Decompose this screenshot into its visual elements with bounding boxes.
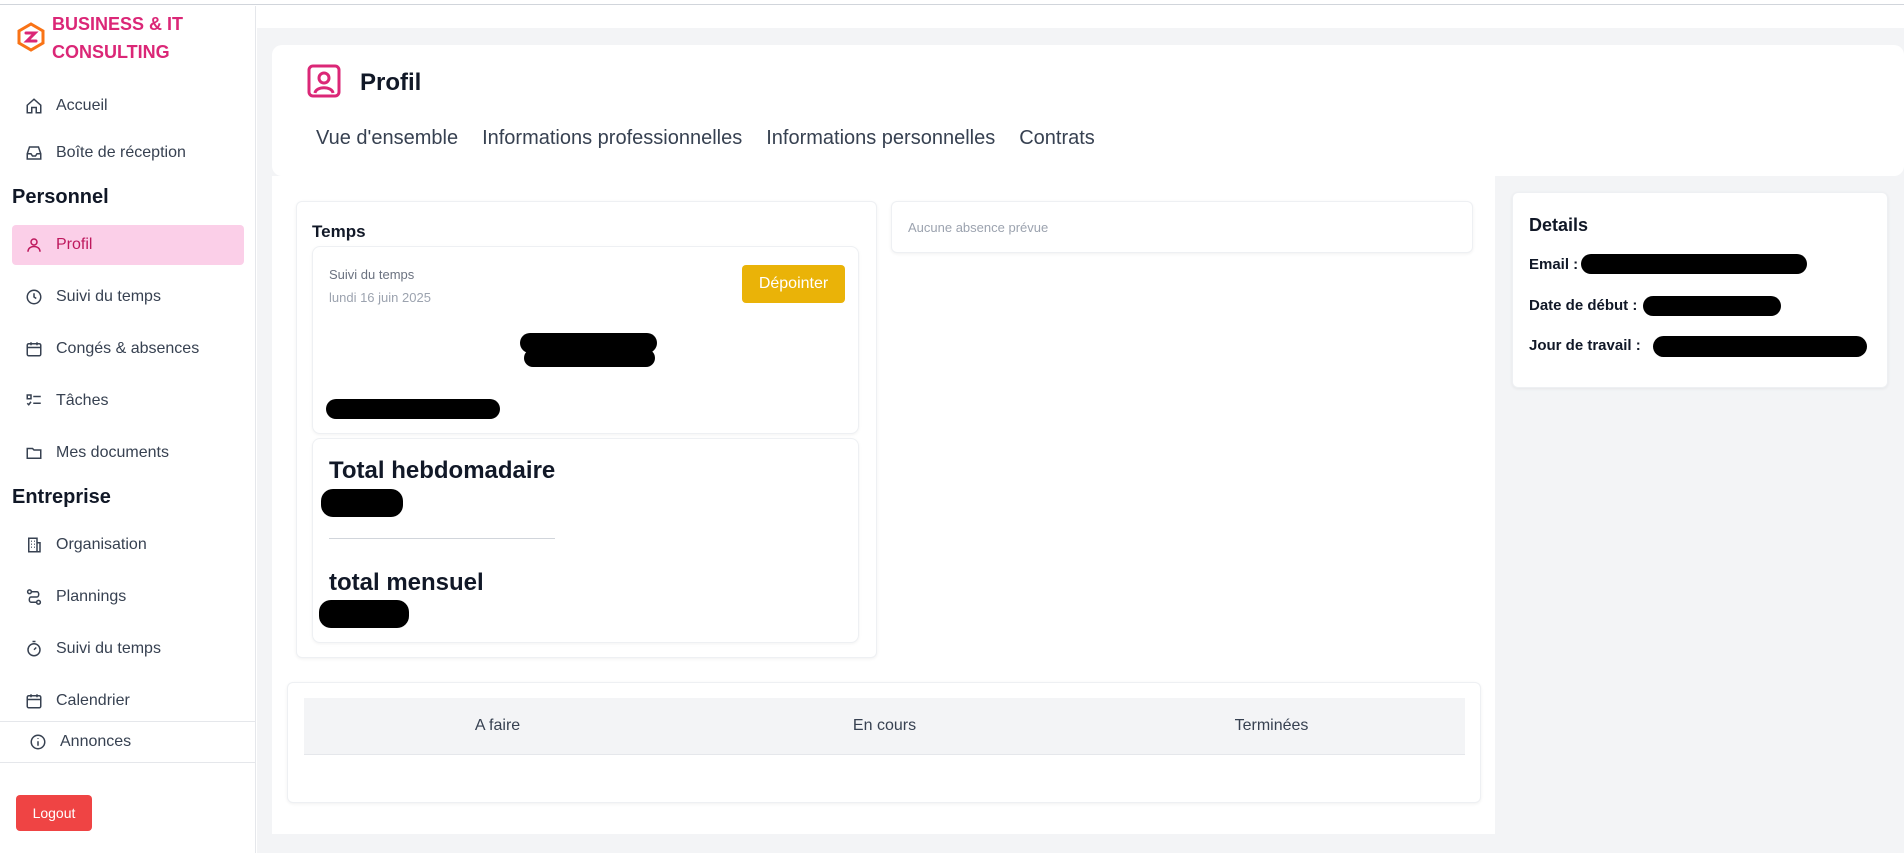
sidebar-divider — [0, 762, 256, 763]
brand-name: BUSINESS & IT CONSULTING — [52, 14, 184, 62]
totals-card: Total hebdomadaire total mensuel — [312, 438, 859, 643]
redacted-block — [1581, 254, 1807, 274]
sidebar-item-documents[interactable]: Mes documents — [12, 433, 244, 473]
section-entreprise: Entreprise — [12, 486, 111, 508]
sidebar-item-inbox[interactable]: Boîte de réception — [12, 133, 244, 173]
depointer-button[interactable]: Dépointer — [742, 265, 845, 303]
calendar-icon — [24, 691, 44, 711]
brand-logo-icon — [17, 22, 45, 52]
temps-title: Temps — [312, 222, 366, 241]
info-icon — [28, 732, 48, 752]
profile-tabs: Vue d'ensemble Informations professionne… — [316, 127, 1095, 150]
column-terminees[interactable]: Terminées — [1078, 698, 1465, 754]
start-date-label: Date de début : — [1529, 297, 1638, 314]
user-icon — [24, 235, 44, 255]
route-icon — [24, 587, 44, 607]
inbox-icon — [24, 143, 44, 163]
sidebar-item-label: Organisation — [56, 536, 147, 553]
redacted-block — [319, 600, 409, 628]
work-days-label: Jour de travail : — [1529, 337, 1641, 354]
window-top-border — [0, 0, 1904, 5]
column-en-cours[interactable]: En cours — [691, 698, 1078, 754]
sidebar: BUSINESS & IT CONSULTING Accueil Boîte d… — [0, 6, 256, 853]
absence-text: Aucune absence prévue — [908, 220, 1049, 235]
absence-card: Aucune absence prévue — [891, 201, 1473, 253]
details-card: Details Email : Date de début : Jour de … — [1512, 192, 1888, 388]
temps-card: Temps Suivi du temps lundi 16 juin 2025 … — [296, 201, 877, 658]
sidebar-item-plannings[interactable]: Plannings — [12, 577, 244, 617]
monthly-total-label: total mensuel — [329, 569, 484, 596]
sidebar-item-label: Accueil — [56, 97, 108, 114]
section-personnel: Personnel — [12, 186, 109, 208]
redacted-block — [321, 489, 403, 517]
tab-contrats[interactable]: Contrats — [1019, 127, 1095, 150]
sidebar-item-calendrier[interactable]: Calendrier — [12, 681, 244, 721]
tasks-header: A faire En cours Terminées — [304, 698, 1465, 755]
clock-icon — [24, 287, 44, 307]
tasks-board: A faire En cours Terminées — [287, 682, 1481, 803]
redacted-block — [1653, 336, 1867, 357]
redacted-block — [326, 399, 500, 419]
time-tracking-label: Suivi du temps — [329, 267, 415, 282]
page-title: Profil — [360, 69, 422, 96]
column-a-faire[interactable]: A faire — [304, 698, 691, 754]
time-tracking-card: Suivi du temps lundi 16 juin 2025 Dépoin… — [312, 246, 859, 434]
totals-divider — [329, 538, 555, 539]
redacted-block — [524, 349, 655, 367]
sidebar-item-label: Congés & absences — [56, 340, 200, 357]
sidebar-item-accueil[interactable]: Accueil — [12, 86, 244, 126]
sidebar-item-label: Profil — [56, 236, 93, 253]
details-title: Details — [1529, 215, 1589, 235]
brand[interactable]: BUSINESS & IT CONSULTING — [16, 10, 212, 66]
sidebar-item-label: Calendrier — [56, 692, 130, 709]
email-label: Email : — [1529, 256, 1579, 273]
sidebar-item-label: Suivi du temps — [56, 288, 161, 305]
profile-header: Profil Vue d'ensemble Informations profe… — [272, 45, 1904, 176]
task-list-icon — [24, 391, 44, 411]
sidebar-item-label: Boîte de réception — [56, 144, 186, 161]
sidebar-item-suivi-temps-entreprise[interactable]: Suivi du temps — [12, 629, 244, 669]
sidebar-item-label: Mes documents — [56, 444, 169, 461]
sidebar-item-taches[interactable]: Tâches — [12, 381, 244, 421]
sidebar-item-annonces[interactable]: Annonces — [16, 722, 248, 762]
tab-vue-ensemble[interactable]: Vue d'ensemble — [316, 127, 458, 150]
sidebar-item-organisation[interactable]: Organisation — [12, 525, 244, 565]
sidebar-item-label: Plannings — [56, 588, 127, 605]
logout-button[interactable]: Logout — [16, 795, 92, 831]
sidebar-item-conges[interactable]: Congés & absences — [12, 329, 244, 369]
current-date: lundi 16 juin 2025 — [329, 290, 431, 305]
sidebar-item-profil[interactable]: Profil — [12, 225, 244, 265]
sidebar-item-label: Annonces — [60, 733, 132, 750]
profile-card-icon — [307, 64, 341, 98]
redacted-block — [1643, 296, 1781, 316]
calendar-icon — [24, 339, 44, 359]
building-icon — [24, 535, 44, 555]
sidebar-item-label: Tâches — [56, 392, 109, 409]
tab-informations-personnelles[interactable]: Informations personnelles — [766, 127, 995, 150]
sidebar-item-suivi-temps[interactable]: Suivi du temps — [12, 277, 244, 317]
home-icon — [24, 96, 44, 116]
tab-informations-professionnelles[interactable]: Informations professionnelles — [482, 127, 742, 150]
timer-icon — [24, 639, 44, 659]
weekly-total-label: Total hebdomadaire — [329, 457, 556, 484]
sidebar-item-label: Suivi du temps — [56, 640, 161, 657]
folder-icon — [24, 443, 44, 463]
